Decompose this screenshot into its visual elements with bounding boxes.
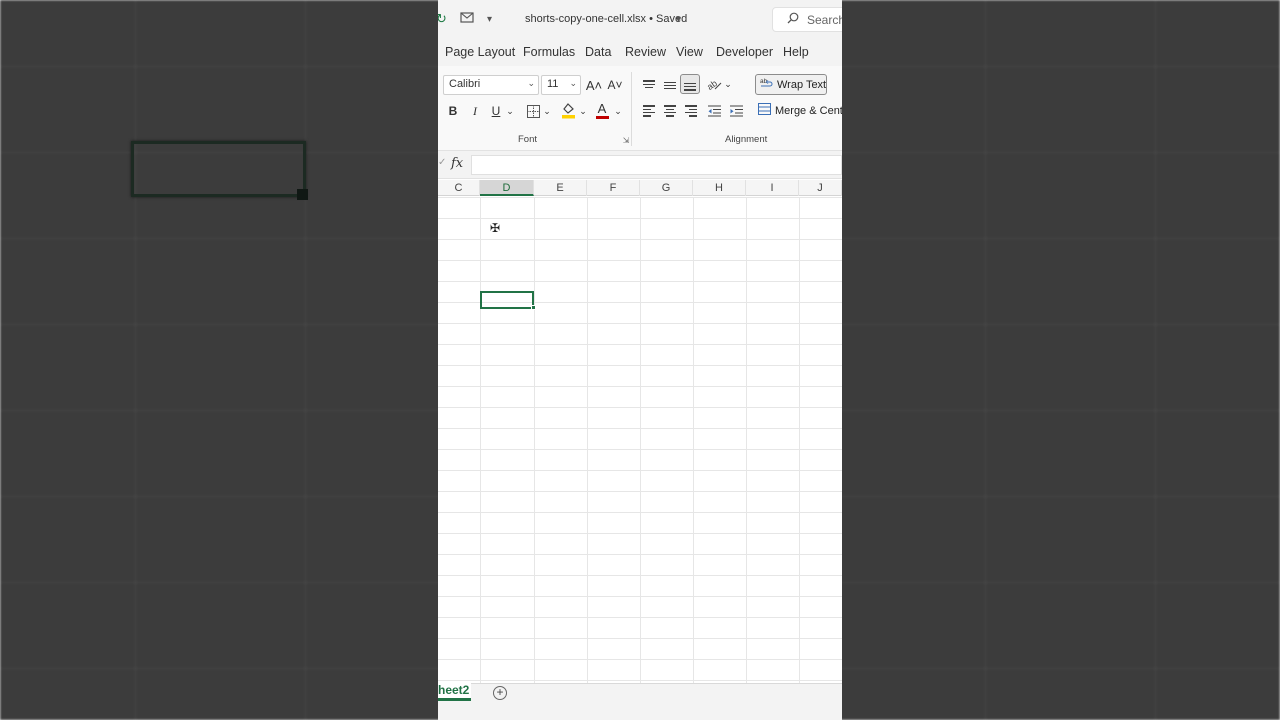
align-left-icon[interactable] — [642, 103, 656, 119]
title-chevron-down-icon[interactable]: ▼ — [674, 14, 683, 24]
column-header-g[interactable]: G — [640, 180, 693, 196]
active-cell[interactable] — [480, 291, 534, 309]
font-color-letter: A — [597, 100, 607, 116]
font-size-chevron-down-icon: ⌄ — [569, 78, 577, 88]
blurred-fill-handle — [297, 189, 308, 200]
middle-align-icon[interactable] — [663, 76, 677, 92]
sheet-tab-bar: heet2 + — [438, 683, 842, 720]
increase-font-size-button[interactable]: A˄ — [586, 75, 602, 95]
wrap-text-icon: ab — [760, 77, 773, 92]
top-align-icon[interactable] — [642, 76, 656, 92]
tab-review[interactable]: Review — [625, 45, 666, 59]
gridline — [480, 197, 481, 683]
search-box[interactable]: Search — [772, 7, 842, 32]
font-color-button[interactable]: A — [595, 100, 609, 120]
orientation-chevron-down-icon[interactable]: ⌄ — [723, 77, 733, 91]
font-size-value: 11 — [547, 78, 559, 90]
ribbon-tabs: Page Layout Formulas Data Review View De… — [438, 40, 842, 66]
tab-page-layout[interactable]: Page Layout — [445, 45, 515, 59]
tab-help[interactable]: Help — [783, 45, 809, 59]
merge-center-label: Merge & Cente — [775, 104, 842, 117]
increase-indent-icon[interactable] — [729, 103, 743, 119]
cell-cursor-icon: ✠ — [490, 221, 501, 235]
borders-icon[interactable] — [525, 102, 541, 120]
orientation-icon[interactable]: ab — [706, 75, 722, 93]
gridline — [534, 197, 535, 683]
underline-button[interactable]: U — [489, 102, 503, 120]
group-separator — [631, 72, 632, 146]
fill-color-icon[interactable] — [560, 100, 576, 120]
font-size-select[interactable]: 11 ⌄ — [541, 75, 581, 95]
blurred-selected-cell — [131, 141, 306, 197]
gridline — [587, 197, 588, 683]
merge-center-icon — [758, 103, 771, 118]
document-title[interactable]: shorts-copy-one-cell.xlsx • Saved — [525, 13, 687, 25]
wrap-text-button[interactable]: ab Wrap Text — [755, 74, 827, 95]
column-header-row: C D E F G H I J — [438, 180, 842, 196]
bold-button[interactable]: B — [446, 102, 460, 120]
enter-check-icon[interactable]: ✓ — [438, 157, 446, 168]
insert-function-icon[interactable]: fx — [451, 156, 463, 171]
gridline — [799, 197, 800, 683]
column-header-e[interactable]: E — [534, 180, 587, 196]
decrease-font-size-button[interactable]: A˅ — [607, 75, 623, 95]
ribbon: Calibri ⌄ 11 ⌄ A˄ A˅ B I U ⌄ ⌄ ⌄ A ⌄ Fon… — [438, 66, 842, 151]
decrease-indent-icon[interactable] — [707, 103, 721, 119]
borders-chevron-down-icon[interactable]: ⌄ — [542, 104, 552, 118]
fill-color-chevron-down-icon[interactable]: ⌄ — [578, 104, 588, 118]
formula-bar: ✓ fx — [438, 151, 842, 179]
font-name-value: Calibri — [449, 78, 481, 90]
tab-view[interactable]: View — [676, 45, 703, 59]
bottom-align-icon[interactable] — [680, 74, 700, 94]
formula-input[interactable] — [471, 155, 842, 175]
search-icon — [787, 12, 799, 27]
align-center-icon[interactable] — [663, 103, 677, 119]
redo-icon[interactable]: ↻ — [438, 11, 447, 27]
gridline — [693, 197, 694, 683]
gridline — [640, 197, 641, 683]
tab-data[interactable]: Data — [585, 45, 611, 59]
search-placeholder: Search — [807, 12, 842, 27]
wrap-text-label: Wrap Text — [777, 78, 827, 91]
column-header-f[interactable]: F — [587, 180, 640, 196]
font-color-chevron-down-icon[interactable]: ⌄ — [613, 104, 623, 118]
merge-center-button[interactable]: Merge & Cente — [758, 103, 842, 118]
font-group-label: Font — [518, 134, 538, 145]
sheet-tab-active[interactable]: heet2 — [438, 683, 471, 701]
title-bar: ↻ ▾ shorts-copy-one-cell.xlsx • Saved ▼ … — [438, 0, 842, 40]
font-name-chevron-down-icon: ⌄ — [527, 78, 535, 88]
quick-access-icon[interactable] — [460, 11, 475, 27]
svg-text:ab: ab — [707, 78, 719, 91]
tab-formulas[interactable]: Formulas — [523, 45, 575, 59]
column-header-h[interactable]: H — [693, 180, 746, 196]
gridline — [746, 197, 747, 683]
alignment-group-label: Alignment — [725, 134, 768, 145]
customize-toolbar-icon[interactable]: ▾ — [487, 14, 492, 25]
column-header-j[interactable]: J — [799, 180, 842, 196]
fill-handle[interactable] — [531, 305, 536, 310]
italic-button[interactable]: I — [468, 102, 482, 120]
tab-developer[interactable]: Developer — [716, 45, 773, 59]
align-right-icon[interactable] — [684, 103, 698, 119]
column-header-i[interactable]: I — [746, 180, 799, 196]
font-name-select[interactable]: Calibri ⌄ — [443, 75, 539, 95]
add-sheet-icon[interactable]: + — [493, 686, 507, 700]
font-color-swatch — [595, 115, 609, 119]
excel-window: ↻ ▾ shorts-copy-one-cell.xlsx • Saved ▼ … — [438, 0, 842, 720]
column-header-d[interactable]: D — [480, 180, 534, 196]
column-header-c[interactable]: C — [438, 180, 480, 196]
underline-chevron-down-icon[interactable]: ⌄ — [505, 104, 515, 118]
font-dialog-launcher-icon[interactable]: ⇲ — [621, 135, 631, 145]
